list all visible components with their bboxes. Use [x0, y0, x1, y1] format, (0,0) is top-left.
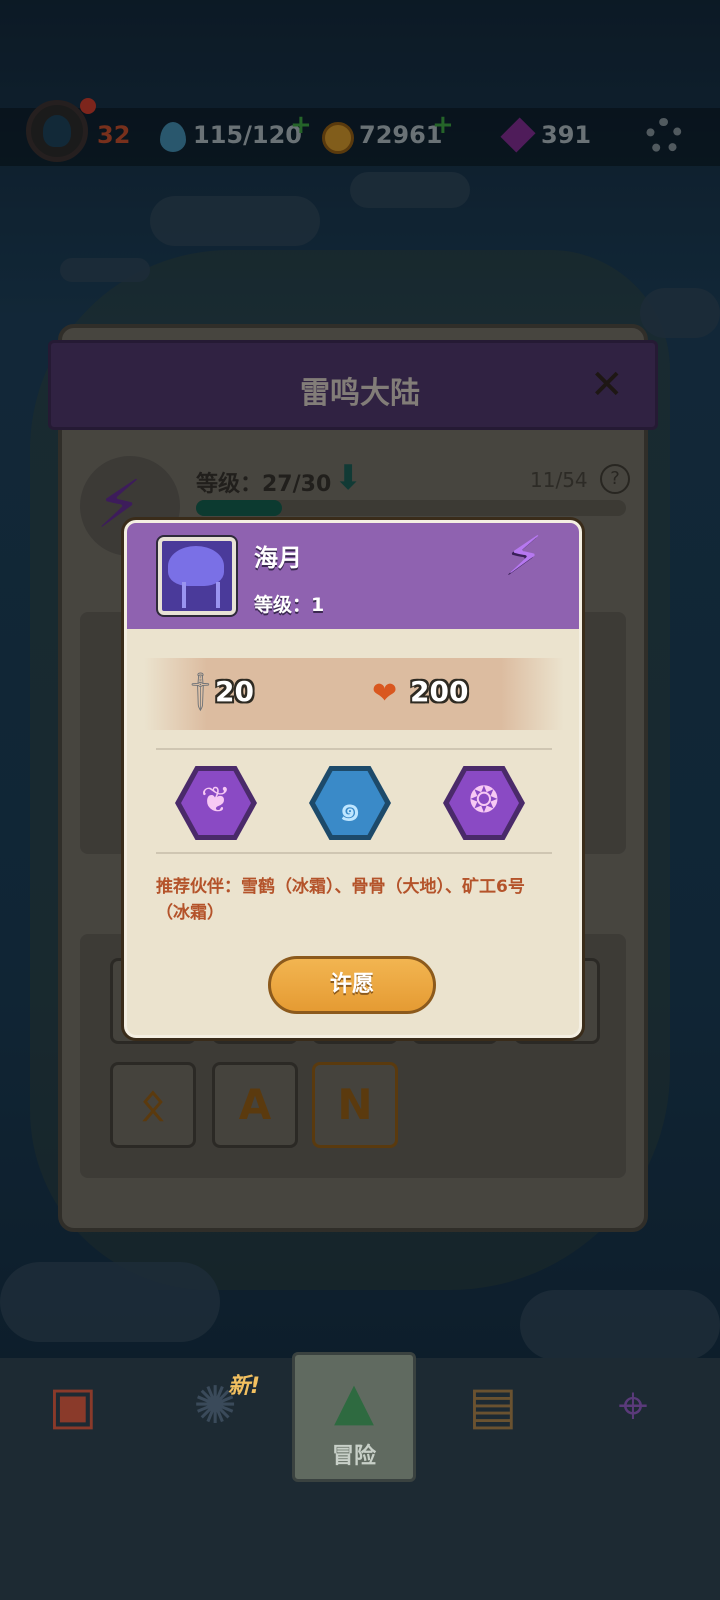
attack-value: 20 [215, 675, 254, 708]
adventure-icon: ▲ [334, 1372, 374, 1432]
new-badge: 新! [228, 1374, 261, 1399]
droplets-glyph: ❦ [200, 780, 232, 821]
heart-icon: ❤ [372, 676, 398, 711]
orbs-glyph: ❂ [468, 780, 500, 821]
divider [156, 852, 552, 854]
hero-name: 海月 [254, 544, 302, 572]
lightning-icon: ⚡ [506, 526, 543, 586]
jellyfish-icon [168, 546, 224, 586]
recommended-partners: 推荐伙伴：雪鹤（冰霜）、骨骨（大地）、矿工6号（冰霜） [156, 877, 525, 923]
jellyfish-tentacles [182, 582, 220, 608]
map-pin-icon: ⌖ [618, 1376, 648, 1436]
nav-adventure-label: 冒险 [331, 1444, 376, 1469]
hp-value: 200 [410, 675, 469, 708]
nav-map[interactable]: ⌖ [588, 1376, 678, 1466]
divider [156, 748, 552, 750]
wish-button[interactable]: 许愿 [268, 956, 436, 1014]
vortex-glyph: ๑ [338, 789, 362, 830]
chest-icon: ▤ [468, 1376, 518, 1436]
nav-chest[interactable]: ▤ [448, 1376, 538, 1466]
hero-level: 等级：1 [254, 594, 325, 616]
shop-icon: ▣ [48, 1376, 98, 1436]
nav-shop[interactable]: ▣ [28, 1376, 118, 1466]
